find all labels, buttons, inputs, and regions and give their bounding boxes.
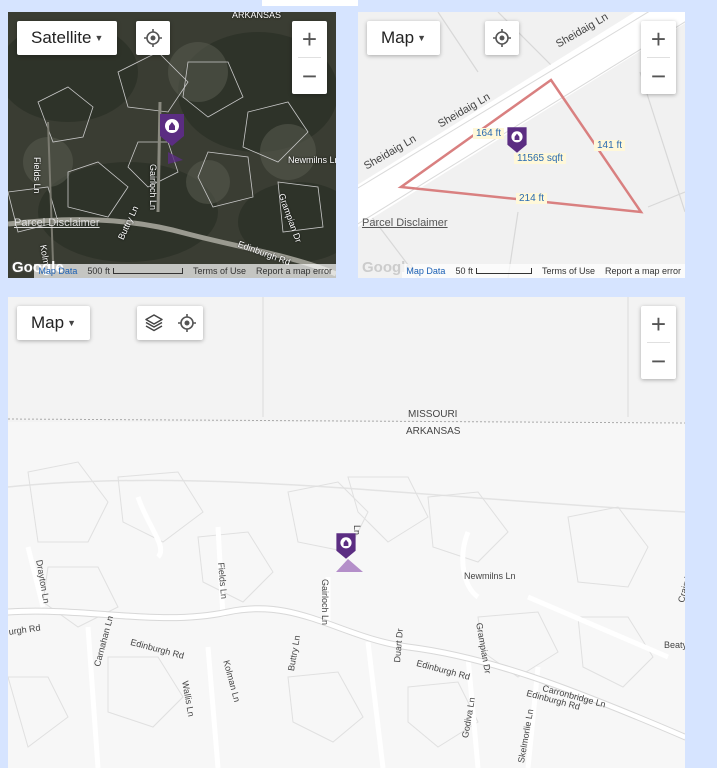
street-label: Newmilns Ln bbox=[464, 571, 516, 581]
layers-icon[interactable] bbox=[144, 313, 164, 333]
locate-button[interactable] bbox=[136, 21, 170, 55]
property-marker-icon[interactable] bbox=[334, 532, 358, 560]
property-marker-icon[interactable] bbox=[505, 126, 529, 154]
street-label: Gairloch Ln bbox=[148, 164, 158, 211]
terms-link[interactable]: Terms of Use bbox=[193, 266, 246, 276]
area-map-panel[interactable]: MISSOURI ARKANSAS Drayton Ln Fields Ln G… bbox=[8, 297, 685, 768]
scale-bar bbox=[112, 268, 183, 274]
caret-down-icon: ▼ bbox=[94, 33, 104, 43]
scale-label: 500 ft bbox=[87, 266, 110, 276]
map-data-link[interactable]: Map Data bbox=[38, 266, 77, 276]
state-label: ARKANSAS bbox=[406, 426, 461, 437]
street-label: Fields Ln bbox=[32, 157, 42, 194]
zoom-control: + − bbox=[292, 21, 327, 94]
state-label: MISSOURI bbox=[408, 409, 458, 420]
scale-bar bbox=[475, 268, 532, 274]
parcel-map-panel[interactable]: Sheidaig Ln Sheidaig Ln Sheidaig Ln 164 … bbox=[358, 12, 685, 278]
property-marker-icon[interactable] bbox=[157, 113, 187, 147]
scale-indicator: 500 ft bbox=[87, 266, 183, 276]
map-type-label: Satellite bbox=[31, 28, 92, 47]
zoom-control: + − bbox=[641, 21, 676, 94]
zoom-in-button[interactable]: + bbox=[641, 306, 676, 342]
crosshair-icon[interactable] bbox=[178, 314, 196, 332]
crosshair-icon bbox=[144, 29, 162, 47]
caret-down-icon: ▼ bbox=[417, 33, 426, 43]
map-data-link[interactable]: Map Data bbox=[406, 266, 445, 276]
map-type-button[interactable]: Map ▼ bbox=[367, 21, 440, 55]
report-error-link[interactable]: Report a map error bbox=[605, 266, 681, 276]
terms-link[interactable]: Terms of Use bbox=[542, 266, 595, 276]
map-footer: Map Data 500 ft Terms of Use Report a ma… bbox=[34, 264, 336, 278]
street-label: Gairloch Ln bbox=[320, 579, 330, 626]
report-error-link[interactable]: Report a map error bbox=[256, 266, 332, 276]
map-type-label: Map bbox=[31, 313, 65, 332]
map-tools-group bbox=[137, 306, 203, 340]
parcel-disclaimer-link[interactable]: Parcel Disclaimer bbox=[14, 217, 100, 229]
street-label: Newmilns Ln bbox=[288, 155, 336, 165]
zoom-out-button[interactable]: − bbox=[641, 343, 676, 379]
map-footer: Map Data 50 ft Terms of Use Report a map… bbox=[402, 264, 685, 278]
map-type-button[interactable]: Satellite ▼ bbox=[17, 21, 118, 55]
parcel-side-label: 164 ft bbox=[473, 128, 505, 139]
zoom-control: + − bbox=[641, 306, 676, 379]
parcel-side-label: 214 ft bbox=[516, 193, 548, 204]
parcel-disclaimer-link[interactable]: Parcel Disclaimer bbox=[362, 217, 448, 229]
scale-label: 50 ft bbox=[455, 266, 473, 276]
street-label: Beaty bbox=[664, 640, 685, 650]
street-label: ARKANSAS bbox=[232, 12, 282, 20]
satellite-map-panel[interactable]: ARKANSAS Fields Ln Gairloch Ln Newmilns … bbox=[8, 12, 336, 278]
zoom-out-button[interactable]: − bbox=[641, 58, 676, 94]
crosshair-icon bbox=[493, 29, 511, 47]
scale-indicator: 50 ft bbox=[455, 266, 532, 276]
top-strip bbox=[262, 0, 358, 6]
zoom-in-button[interactable]: + bbox=[641, 21, 676, 57]
parcel-area-label: 11565 sqft bbox=[514, 153, 566, 164]
locate-button[interactable] bbox=[485, 21, 519, 55]
zoom-out-button[interactable]: − bbox=[292, 58, 327, 94]
caret-down-icon: ▼ bbox=[67, 318, 76, 328]
parcel-side-label: 141 ft bbox=[594, 140, 626, 151]
map-type-button[interactable]: Map ▼ bbox=[17, 306, 90, 340]
map-type-label: Map bbox=[381, 28, 415, 47]
zoom-in-button[interactable]: + bbox=[292, 21, 327, 57]
